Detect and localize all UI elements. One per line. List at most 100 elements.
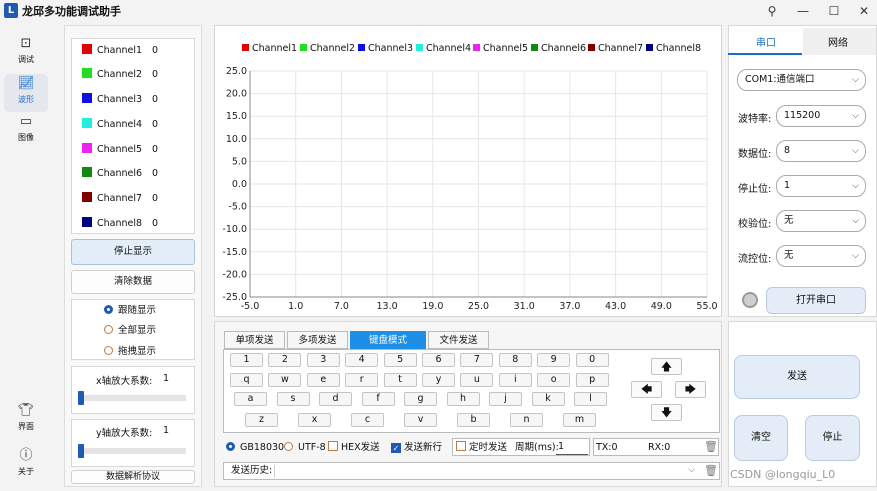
key-0[interactable]: 0 xyxy=(575,353,609,367)
key-w[interactable]: w xyxy=(268,373,302,387)
mode-drag-radio[interactable]: 拖拽显示 xyxy=(104,346,156,358)
key-n[interactable]: n xyxy=(510,413,543,427)
port-select[interactable]: COM1:通信端口 ⌵ xyxy=(737,69,866,91)
key-j[interactable]: j xyxy=(489,392,522,406)
arrow-left-button[interactable]: 🡄 xyxy=(631,381,662,398)
x-tick-label: 1.0 xyxy=(288,301,303,312)
tab-single-send[interactable]: 单项发送 xyxy=(224,331,285,349)
arrow-down-button[interactable]: 🡇 xyxy=(651,404,682,421)
pin-icon[interactable]: ⚲ xyxy=(762,2,782,20)
nav-image[interactable]: ▭ 图像 xyxy=(4,112,48,150)
key-6[interactable]: 6 xyxy=(422,353,455,367)
key-1[interactable]: 1 xyxy=(230,353,263,367)
period-input[interactable]: 1 xyxy=(556,440,588,455)
stop-button[interactable]: 停止 xyxy=(805,415,860,461)
key-z[interactable]: z xyxy=(245,413,278,427)
key-t[interactable]: t xyxy=(383,373,417,387)
key-2[interactable]: 2 xyxy=(268,353,302,367)
x-tick-label: 49.0 xyxy=(651,301,672,312)
history-dropdown[interactable]: ⌵ xyxy=(274,465,699,478)
key-5[interactable]: 5 xyxy=(383,353,417,367)
tab-multi-send[interactable]: 多项发送 xyxy=(287,331,348,349)
key-h[interactable]: h xyxy=(446,392,480,406)
key-v[interactable]: v xyxy=(404,413,437,427)
key-r[interactable]: r xyxy=(345,373,379,387)
mode-follow-radio[interactable]: 跟随显示 xyxy=(104,305,156,317)
x-scale-slider-handle[interactable] xyxy=(78,391,84,405)
hex-send-checkbox[interactable]: HEX发送 xyxy=(328,441,380,455)
waveform-chart[interactable]: -5.0 1.0 7.0 13.0 19.0 25.0 31.0 37.0 43.0 49.0 55… xyxy=(214,25,722,317)
key-e[interactable]: e xyxy=(306,373,340,387)
key-b[interactable]: b xyxy=(457,413,490,427)
key-o[interactable]: o xyxy=(537,373,571,387)
mode-all-radio[interactable]: 全部显示 xyxy=(104,325,156,337)
key-4[interactable]: 4 xyxy=(345,353,379,367)
radio-dot xyxy=(104,346,113,355)
key-p[interactable]: p xyxy=(575,373,609,387)
minimize-button[interactable]: — xyxy=(793,2,813,20)
channel-value: 0 xyxy=(152,218,159,229)
channel-value: 0 xyxy=(152,94,159,105)
tab-serial[interactable]: 串口 xyxy=(756,34,776,49)
tab-network[interactable]: 网络 xyxy=(828,34,848,49)
key-q[interactable]: q xyxy=(230,373,263,387)
key-s[interactable]: s xyxy=(276,392,310,406)
x-tick-label: 31.0 xyxy=(514,301,535,312)
close-button[interactable]: ✕ xyxy=(854,2,874,20)
arrow-up-button[interactable]: 🡅 xyxy=(651,358,682,375)
arrow-right-button[interactable]: 🡆 xyxy=(675,381,706,398)
send-button[interactable]: 发送 xyxy=(734,355,860,399)
channel-name: Channel4 xyxy=(97,119,143,130)
timed-send-checkbox[interactable]: 定时发送 xyxy=(456,441,507,455)
tab-underline xyxy=(728,53,802,55)
clear-button[interactable]: 清空 xyxy=(734,415,788,461)
y-scale-slider[interactable] xyxy=(78,448,186,454)
key-9[interactable]: 9 xyxy=(537,353,571,367)
nav-debug[interactable]: ⊡ 调试 xyxy=(4,34,48,72)
key-x[interactable]: x xyxy=(298,413,331,427)
key-l[interactable]: l xyxy=(574,392,607,406)
key-i[interactable]: i xyxy=(498,373,532,387)
open-port-button[interactable]: 打开串口 xyxy=(766,287,866,314)
nav-theme[interactable]: 👕︎ 界面 xyxy=(4,401,48,439)
channel-color-swatch xyxy=(82,217,92,227)
protocol-button[interactable]: 数据解析协议 xyxy=(71,470,195,484)
baud-select[interactable]: 115200 ⌵ xyxy=(776,105,866,127)
key-8[interactable]: 8 xyxy=(498,353,532,367)
clear-data-button[interactable]: 清除数据 xyxy=(71,270,195,294)
key-u[interactable]: u xyxy=(460,373,494,387)
y-scale-slider-handle[interactable] xyxy=(78,444,84,458)
trash-icon[interactable]: 🗑︎ xyxy=(704,440,718,454)
tab-file-send[interactable]: 文件发送 xyxy=(428,331,489,349)
nav-about[interactable]: ⓘ 关于 xyxy=(4,446,48,484)
channel-name: Channel2 xyxy=(97,69,143,80)
databits-select[interactable]: 8 ⌵ xyxy=(776,140,866,162)
key-g[interactable]: g xyxy=(404,392,437,406)
title-bar xyxy=(0,0,877,22)
stopbits-select[interactable]: 1 ⌵ xyxy=(776,175,866,197)
parity-select[interactable]: 无 ⌵ xyxy=(776,210,866,232)
flow-select[interactable]: 无 ⌵ xyxy=(776,245,866,267)
key-3[interactable]: 3 xyxy=(306,353,340,367)
radio-label: UTF-8 xyxy=(298,442,326,453)
key-c[interactable]: c xyxy=(351,413,384,427)
channel-name: Channel7 xyxy=(97,193,143,204)
encoding-gb18030-radio[interactable]: GB18030 xyxy=(226,442,284,454)
newline-checkbox[interactable]: ✓ 发送新行 xyxy=(391,441,442,455)
key-a[interactable]: a xyxy=(234,392,267,406)
encoding-utf8-radio[interactable]: UTF-8 xyxy=(284,442,326,454)
trash-icon[interactable]: 🗑︎ xyxy=(704,464,718,478)
nav-waveform[interactable]: 📈︎ 波形 xyxy=(4,74,48,112)
key-d[interactable]: d xyxy=(319,392,352,406)
y-tick-label: -10.0 xyxy=(222,224,247,235)
key-m[interactable]: m xyxy=(563,413,596,427)
key-7[interactable]: 7 xyxy=(460,353,494,367)
x-scale-slider[interactable] xyxy=(78,395,186,401)
tab-keyboard-mode[interactable]: 键盘模式 xyxy=(350,331,426,349)
checkbox-box xyxy=(456,441,466,451)
key-y[interactable]: y xyxy=(422,373,455,387)
stop-display-button[interactable]: 停止显示 xyxy=(71,239,195,265)
maximize-button[interactable]: ☐ xyxy=(824,2,844,20)
key-k[interactable]: k xyxy=(531,392,565,406)
key-f[interactable]: f xyxy=(361,392,395,406)
